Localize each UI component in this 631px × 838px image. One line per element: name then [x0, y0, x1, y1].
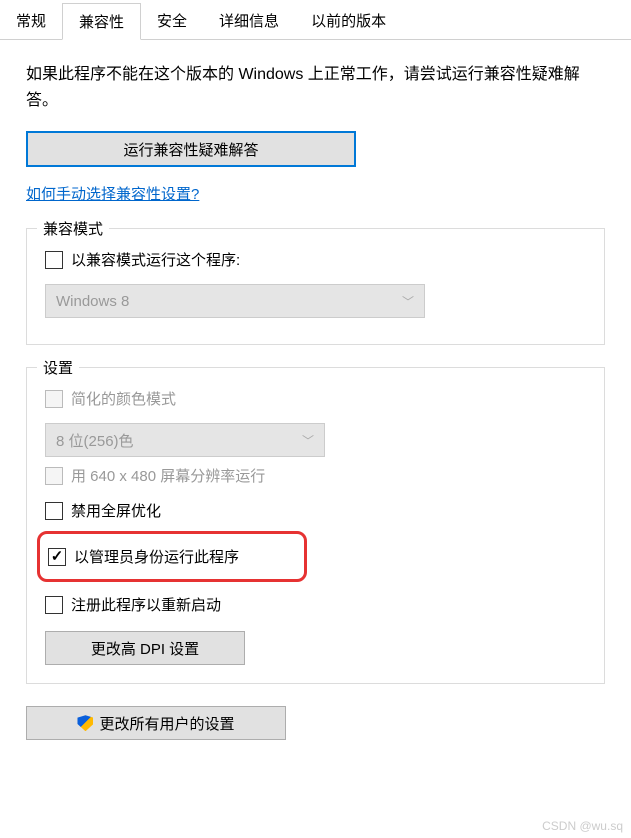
run-as-admin-label: 以管理员身份运行此程序 — [74, 546, 239, 567]
compat-mode-label: 以兼容模式运行这个程序: — [71, 249, 240, 270]
settings-group: 设置 简化的颜色模式 8 位(256)色 ﹀ 用 640 x 480 屏幕分辨率… — [26, 367, 605, 684]
change-dpi-button[interactable]: 更改高 DPI 设置 — [45, 631, 245, 665]
run-640x480-checkbox — [45, 467, 63, 485]
chevron-down-icon: ﹀ — [302, 432, 314, 449]
group-title: 兼容模式 — [37, 218, 109, 239]
disable-fullscreen-label: 禁用全屏优化 — [71, 500, 161, 521]
register-restart-label: 注册此程序以重新启动 — [71, 594, 221, 615]
tab-security[interactable]: 安全 — [141, 3, 203, 40]
reduced-color-checkbox — [45, 390, 63, 408]
shield-icon — [77, 715, 93, 731]
tab-content: 如果此程序不能在这个版本的 Windows 上正常工作，请尝试运行兼容性疑难解答… — [0, 40, 631, 752]
intro-text: 如果此程序不能在这个版本的 Windows 上正常工作，请尝试运行兼容性疑难解答… — [26, 62, 605, 113]
color-mode-dropdown: 8 位(256)色 ﹀ — [45, 423, 325, 457]
manual-settings-link[interactable]: 如何手动选择兼容性设置? — [26, 183, 199, 204]
tab-bar: 常规 兼容性 安全 详细信息 以前的版本 — [0, 0, 631, 40]
dropdown-value: 8 位(256)色 — [56, 430, 134, 451]
tab-general[interactable]: 常规 — [0, 3, 62, 40]
chevron-down-icon: ﹀ — [402, 293, 414, 310]
reduced-color-label: 简化的颜色模式 — [71, 388, 176, 409]
run-640x480-label: 用 640 x 480 屏幕分辨率运行 — [71, 465, 265, 486]
compat-mode-dropdown: Windows 8 ﹀ — [45, 284, 425, 318]
change-all-users-button[interactable]: 更改所有用户的设置 — [26, 706, 286, 740]
compatibility-mode-group: 兼容模式 以兼容模式运行这个程序: Windows 8 ﹀ — [26, 228, 605, 345]
tab-previous-versions[interactable]: 以前的版本 — [295, 3, 402, 40]
run-as-admin-checkbox[interactable] — [48, 548, 66, 566]
tab-compatibility[interactable]: 兼容性 — [62, 3, 141, 40]
run-troubleshooter-button[interactable]: 运行兼容性疑难解答 — [26, 131, 356, 167]
highlight-annotation: 以管理员身份运行此程序 — [37, 531, 307, 582]
register-restart-checkbox[interactable] — [45, 596, 63, 614]
group-title: 设置 — [37, 357, 79, 378]
dropdown-value: Windows 8 — [56, 293, 129, 310]
disable-fullscreen-checkbox[interactable] — [45, 502, 63, 520]
tab-details[interactable]: 详细信息 — [203, 3, 295, 40]
compat-mode-checkbox[interactable] — [45, 251, 63, 269]
button-label: 更改所有用户的设置 — [99, 713, 234, 734]
watermark-text: CSDN @wu.sq — [542, 819, 623, 833]
